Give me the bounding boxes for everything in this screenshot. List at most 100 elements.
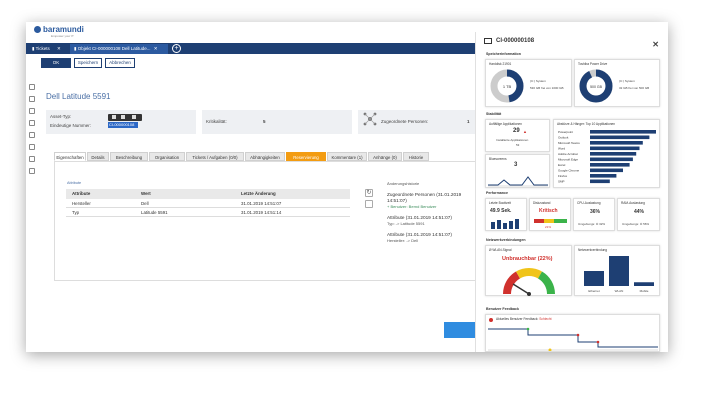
crash-label: Adobe Acrobat (558, 152, 578, 156)
help-icon[interactable] (29, 168, 35, 174)
apps-sub1: Installierte Applikationen (496, 138, 529, 142)
table-row[interactable]: Hersteller Dell 31.01.2019 14:51:07 (66, 199, 350, 208)
asset-number-value[interactable]: CI-000000108 (108, 122, 138, 128)
monitor-icon (484, 38, 492, 44)
tab-reservierung[interactable]: Reservierung (286, 152, 326, 161)
tab-anhaenge[interactable]: Anhänge (0) (368, 152, 402, 161)
column-header[interactable]: Letzte Änderung (241, 189, 276, 199)
bluescreens-title: Bluescreens (489, 157, 507, 161)
tab-historie[interactable]: Historie (403, 152, 429, 161)
disk-health-value: Kritisch (539, 208, 558, 214)
ram-title: RAM-Auslastung (621, 201, 645, 205)
disk-drive: (C:) System (530, 79, 546, 83)
column-header[interactable]: Wert (141, 189, 151, 199)
status-dot-icon (489, 318, 493, 322)
crash-bar (590, 174, 617, 178)
cancel-button[interactable]: Abbrechen (105, 58, 135, 68)
attributes-section-label: Attribute (67, 181, 82, 185)
apps-card[interactable]: Auffällige Applikationen 29 ▲ Installier… (485, 119, 550, 152)
action-button[interactable] (444, 322, 478, 338)
history-entry: Zugeordnete Personen (31.01.2019 14:51:0… (387, 192, 477, 209)
crash-bar (590, 146, 640, 151)
table-row[interactable]: Typ Latitude 5591 31.01.2019 14:51:14 (66, 208, 350, 217)
tree-icon[interactable] (29, 144, 35, 150)
connection-card[interactable]: Netzwerkverbindung Ethernet WLAN Mobile (574, 245, 660, 296)
tab-kommentare[interactable]: Kommentare (1) (327, 152, 367, 161)
disk-health-card[interactable]: Diskzustand Kritisch 21% (529, 198, 571, 231)
ram-card[interactable]: RAM-Auslastung 44% Umgebungs: ⦾ 56% (617, 198, 660, 231)
table-cell: 31.01.2019 14:51:14 (241, 210, 282, 215)
wlan-card[interactable]: Ø WLAN-Signal Unbrauchbar (22%) (485, 245, 572, 296)
new-tab-button[interactable]: + (172, 44, 181, 53)
close-icon[interactable]: ✕ (652, 36, 659, 54)
table-cell: Typ (72, 210, 80, 215)
table-cell: Dell (141, 201, 149, 206)
mail-icon[interactable] (121, 115, 125, 119)
disk-free: 530 GB frei von 1000 GB (530, 86, 564, 90)
close-icon[interactable]: ✕ (154, 46, 158, 51)
tab-beschreibung[interactable]: Beschreibung (110, 152, 148, 161)
persons-value: 1 (467, 119, 470, 124)
apps-value: 29 (513, 128, 520, 134)
cpu-card[interactable]: CPU-Auslastung 36% Umgebungs: ⦾ 32% (573, 198, 615, 231)
panel-title: CI-000000108 (496, 38, 535, 44)
feedback-card[interactable]: Aktuelles Benutzer Feedback: Schlecht (485, 314, 660, 352)
dashboard-icon[interactable] (29, 84, 35, 90)
crash-label: Powerpoint (558, 130, 573, 134)
boot-title: Letzte Boottzeit (489, 201, 511, 205)
crash-label: Microsoft Teams (558, 141, 580, 145)
gear-icon[interactable] (29, 108, 35, 114)
apps-sub2: 53 (516, 143, 520, 147)
copy-icon[interactable] (365, 200, 373, 208)
disk-card-2[interactable]: Toshiba Power Drive 500 GB (C:) System 3… (574, 59, 660, 107)
bluescreens-sparkline (488, 176, 548, 187)
tab-object[interactable]: ▮ Objekt CI-000000108 Dell Latitude... ✕ (70, 44, 168, 54)
settings-icon[interactable] (29, 156, 35, 162)
refresh-icon[interactable]: ↻ (365, 189, 373, 197)
edit-icon[interactable] (112, 115, 116, 119)
network-section-label: Netzwerkverbindungen (486, 238, 526, 242)
cpu-value: 36% (590, 209, 601, 215)
connection-bar-label: Mobile (640, 289, 649, 293)
history-entry: Attribute (31.01.2019 14:51:07) Herstell… (387, 232, 477, 243)
crash-label: Excel (558, 163, 566, 167)
crash-label: Microsoft Edge (558, 158, 578, 162)
ram-value: 44% (634, 209, 645, 215)
history-label: Änderungshistorie (387, 181, 420, 186)
g-icon[interactable] (132, 115, 136, 119)
boot-card[interactable]: Letzte Boottzeit 49.9 Sek. (485, 198, 527, 231)
disk-card-1[interactable]: Harddisk 21901 1 TB (C:) System 530 GB f… (485, 59, 572, 107)
brand-bar: baramundi Empower your IT (26, 22, 476, 42)
performance-section-label: Performance (486, 191, 508, 195)
disk-donut-2: 500 GB (579, 69, 613, 103)
clock-icon[interactable] (29, 132, 35, 138)
connection-bar (584, 271, 604, 286)
cpu-sub: Umgebungs: ⦾ 32% (578, 222, 606, 226)
panel-header: CI-000000108 ✕ (476, 32, 667, 50)
column-header[interactable]: Attribute (72, 189, 90, 199)
clipboard-icon[interactable] (29, 120, 35, 126)
tab-eigenschaften[interactable]: Eigenschaften (54, 152, 86, 161)
tab-tickets-aufgaben[interactable]: Tickets / Aufgaben (0/0) (186, 152, 244, 161)
crash-bar (590, 130, 656, 134)
inbox-icon[interactable] (29, 96, 35, 102)
history-entry: Attribute (31.01.2019 14:51:07) Typ: -> … (387, 215, 477, 226)
tab-tickets[interactable]: ▮ Tickets ✕ (28, 44, 68, 54)
crash-bar (590, 163, 630, 167)
bluescreens-card[interactable]: Bluescreens 3 (485, 154, 550, 188)
disk-center-label: 1 TB (503, 84, 512, 89)
tab-organisation[interactable]: Organisation (149, 152, 185, 161)
crashes-card[interactable]: Abstürze & Hänger: Top 10 Applikationen … (553, 119, 660, 188)
wlan-gauge (503, 268, 555, 296)
disk-name: Harddisk 21901 (489, 62, 512, 66)
ok-button[interactable]: OK (41, 58, 71, 68)
tab-abhaengigkeiten[interactable]: Abhängigkeiten (245, 152, 285, 161)
wlan-title: Ø WLAN-Signal (489, 248, 512, 252)
close-icon[interactable]: ✕ (57, 46, 61, 51)
feedback-title: Aktuelles Benutzer Feedback: Schlecht (496, 317, 552, 321)
page-title: Dell Latitude 5591 (46, 92, 111, 101)
asset-number-label: Eindeutige Nummer: (50, 123, 92, 128)
asset-type-toolbar[interactable] (108, 114, 142, 121)
tab-details[interactable]: Details (87, 152, 109, 161)
save-button[interactable]: Speichern (74, 58, 102, 68)
